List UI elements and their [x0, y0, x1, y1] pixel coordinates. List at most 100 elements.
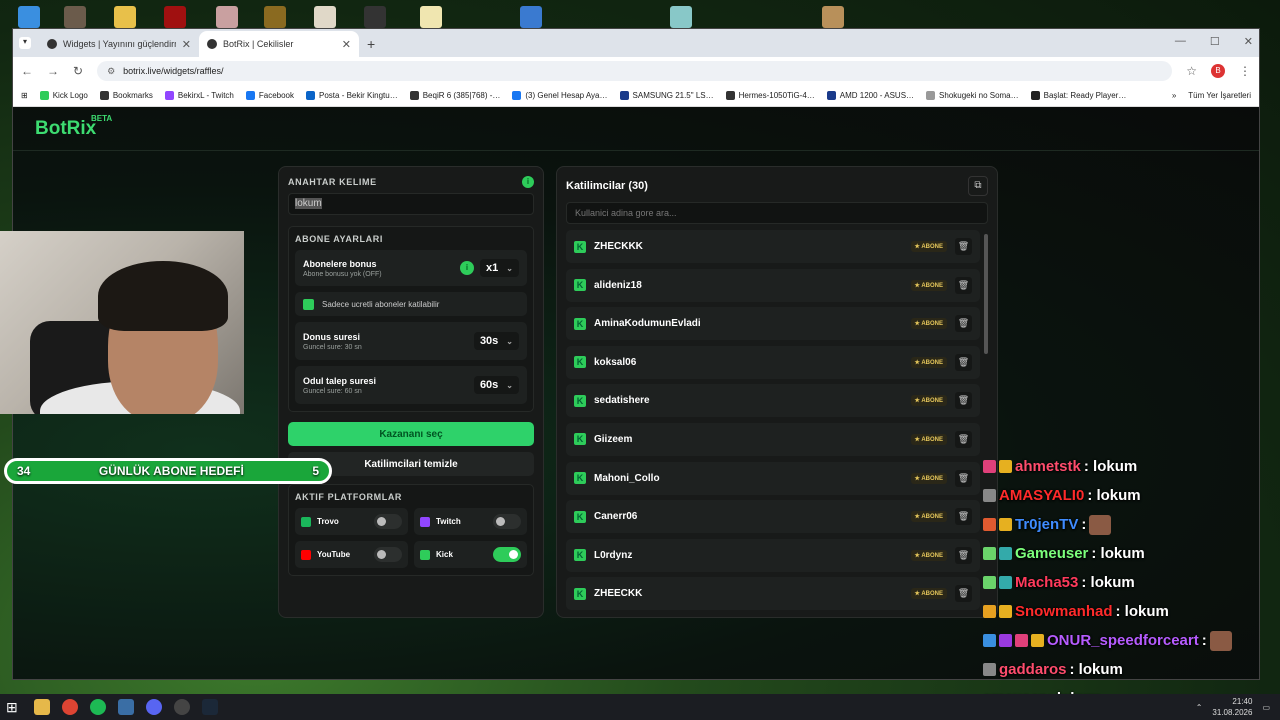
platform-toggle[interactable]: [374, 547, 402, 562]
goal-label: GÜNLÜK ABONE HEDEFİ: [98, 464, 244, 478]
minimize-icon[interactable]: —: [1175, 35, 1186, 48]
bookmark-star-icon[interactable]: ☆: [1186, 64, 1197, 78]
participant-row: K Canerr06 ★ ABONE 🗑: [566, 500, 980, 534]
participant-search-input[interactable]: Kullanici adina gore ara...: [566, 202, 988, 224]
delete-icon[interactable]: 🗑: [955, 430, 972, 448]
delete-icon[interactable]: 🗑: [955, 469, 972, 487]
profile-avatar[interactable]: B: [1211, 64, 1225, 78]
duration-select[interactable]: 30s ⌄: [473, 332, 519, 350]
bookmark-item[interactable]: Başlat: Ready Player…: [1030, 91, 1126, 100]
notification-icon[interactable]: ▭: [1262, 703, 1270, 712]
close-tab-icon[interactable]: ✕: [182, 38, 191, 51]
scrollbar[interactable]: [984, 234, 988, 354]
chat-badge-icon: [983, 460, 996, 473]
bookmark-item[interactable]: Posta - Bekir Kingtu…: [306, 91, 398, 100]
platform-toggle[interactable]: [493, 547, 521, 562]
close-window-icon[interactable]: ✕: [1244, 35, 1253, 48]
bookmark-item[interactable]: Shokugeki no Soma…: [926, 91, 1019, 100]
badge-label: ABONE: [921, 514, 943, 521]
bookmarks-overflow-button[interactable]: »: [1172, 91, 1176, 100]
desktop-file-icon[interactable]: [114, 6, 136, 28]
delete-icon[interactable]: 🗑: [955, 585, 972, 603]
platform-toggle[interactable]: [374, 514, 402, 529]
bookmark-item[interactable]: AMD 1200 - ASUS…: [826, 91, 914, 100]
windows-start-icon[interactable]: ⊞: [6, 699, 22, 715]
new-tab-button[interactable]: +: [367, 36, 375, 52]
keyword-input[interactable]: lokum: [288, 193, 534, 215]
bookmark-item[interactable]: Bookmarks: [99, 91, 153, 100]
file-explorer-icon[interactable]: [34, 699, 50, 715]
sub-bonus-select[interactable]: x1 ⌄: [480, 259, 519, 277]
desktop-game-icon[interactable]: [264, 6, 286, 28]
bookmark-favicon-icon: [826, 91, 836, 100]
discord-icon[interactable]: [146, 699, 162, 715]
desktop-app-icon[interactable]: [364, 6, 386, 28]
forward-icon[interactable]: →: [47, 64, 59, 78]
participant-list[interactable]: K ZHECKKK ★ ABONE 🗑 Kalideniz18 ★ ABONE 🗑 K Amin…: [566, 230, 988, 610]
desktop-app-icon[interactable]: [64, 6, 86, 28]
chat-overlay: ahmetstk: lokum AMASYALI0: lokum Tr0jenTV:…: [983, 452, 1280, 713]
tab-search-icon[interactable]: ▾: [19, 37, 31, 49]
delete-icon[interactable]: 🗑: [955, 508, 972, 526]
claim-select[interactable]: 60s ⌄: [473, 376, 519, 394]
bookmark-item[interactable]: Facebook: [245, 91, 295, 100]
bookmark-label: Facebook: [258, 91, 295, 100]
bookmark-item[interactable]: BeqiR 6 (385|768) -…: [409, 91, 500, 100]
menu-icon[interactable]: ⋮: [1239, 64, 1251, 78]
copy-icon[interactable]: ⧉: [968, 176, 988, 196]
delete-icon[interactable]: 🗑: [955, 315, 972, 333]
app-icon[interactable]: [118, 699, 134, 715]
bookmark-item[interactable]: (3) Genel Hesap Aya…: [512, 91, 608, 100]
apps-icon[interactable]: ⊞: [21, 91, 28, 100]
brand-logo[interactable]: BotRix BETA: [35, 114, 112, 140]
info-icon[interactable]: i: [460, 261, 475, 275]
clock[interactable]: 21:40 31.08.2026: [1212, 696, 1252, 718]
desktop-game-icon[interactable]: [164, 6, 186, 28]
obs-icon[interactable]: [174, 699, 190, 715]
badge-label: ABONE: [921, 436, 943, 443]
kick-icon: K: [574, 587, 586, 600]
participant-name: Canerr06: [594, 511, 638, 523]
reload-icon[interactable]: ↻: [73, 64, 83, 78]
platform-name: YouTube: [317, 550, 351, 559]
bookmark-favicon-icon: [409, 91, 419, 100]
paid-only-checkbox[interactable]: [303, 298, 314, 310]
delete-icon[interactable]: 🗑: [955, 392, 972, 410]
tab-raffles[interactable]: BotRix | Cekilisler ✕: [199, 31, 359, 57]
bookmark-item[interactable]: BekirxL - Twitch: [164, 91, 234, 100]
chat-badge-icon: [999, 460, 1012, 473]
desktop-file-icon[interactable]: [314, 6, 336, 28]
chevron-up-icon[interactable]: ⌃: [1196, 703, 1203, 712]
site-info-icon[interactable]: ⚙: [107, 66, 115, 77]
desktop-file-icon[interactable]: [420, 6, 442, 28]
tab-widgets[interactable]: Widgets | Yayınını güçlendirme… ✕: [39, 31, 199, 57]
maximize-icon[interactable]: ☐: [1210, 35, 1220, 48]
desktop-app-icon[interactable]: [216, 6, 238, 28]
bookmark-favicon-icon: [306, 91, 316, 100]
desktop-file-icon[interactable]: [670, 6, 692, 28]
goal-current: 34: [17, 464, 31, 478]
bookmark-item[interactable]: Hermes-1050TiG-4…: [725, 91, 815, 100]
delete-icon[interactable]: 🗑: [955, 353, 972, 371]
address-bar[interactable]: ⚙ botrix.live/widgets/raffles/: [97, 61, 1173, 81]
badge-label: ABONE: [921, 321, 943, 328]
bookmark-item[interactable]: SAMSUNG 21.5" LS…: [619, 91, 714, 100]
bookmark-item[interactable]: Kick Logo: [39, 91, 88, 100]
desktop-file-icon[interactable]: [822, 6, 844, 28]
chrome-icon[interactable]: [62, 699, 78, 715]
chat-badge-icon: [999, 605, 1012, 618]
spotify-icon[interactable]: [90, 699, 106, 715]
pick-winner-button[interactable]: Kazananı seç: [288, 422, 534, 446]
back-icon[interactable]: ←: [21, 64, 33, 78]
delete-icon[interactable]: 🗑: [955, 238, 972, 255]
desktop-file-icon[interactable]: [520, 6, 542, 28]
desktop-folder-icon[interactable]: [18, 6, 40, 28]
info-icon[interactable]: i: [522, 176, 534, 188]
steam-icon[interactable]: [202, 699, 218, 715]
all-bookmarks-folder[interactable]: Tüm Yer İşaretleri: [1188, 91, 1251, 100]
platform-toggle[interactable]: [493, 514, 521, 529]
delete-icon[interactable]: 🗑: [955, 276, 972, 294]
delete-icon[interactable]: 🗑: [955, 546, 972, 564]
chat-badge-icon: [983, 547, 996, 560]
close-tab-icon[interactable]: ✕: [342, 38, 351, 51]
